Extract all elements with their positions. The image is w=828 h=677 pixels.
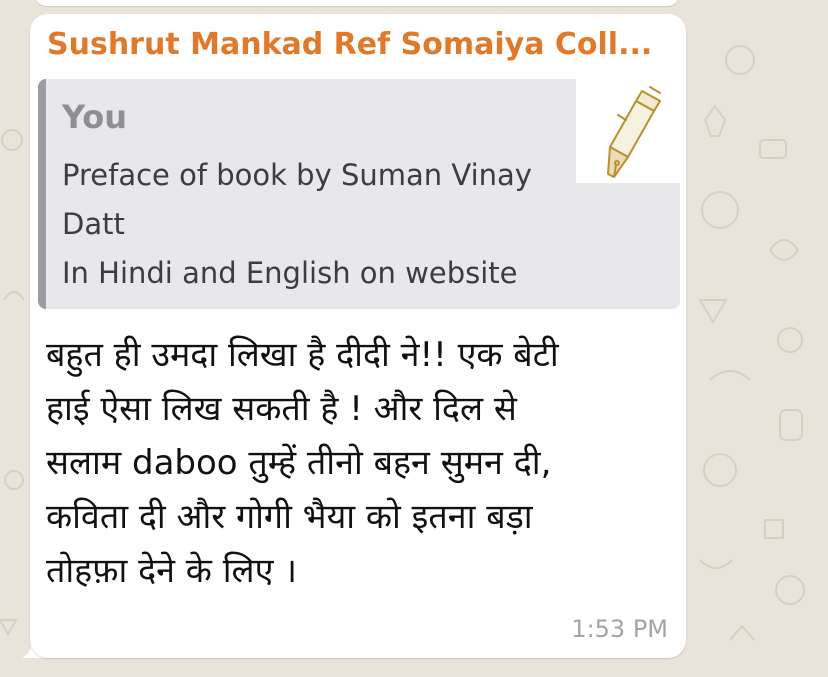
- message-line: कविता दी और गोगी भैया को इतना बड़ा: [46, 497, 533, 537]
- quote-text-line: Preface of book by Suman Vinay: [62, 158, 532, 192]
- message-line: सलाम daboo तुम्हें तीनो बहन सुमन दी,: [46, 443, 552, 483]
- quote-bar: [38, 79, 46, 309]
- sender-name[interactable]: Sushrut Mankad Ref Somaiya Coll...: [47, 24, 672, 66]
- previous-message-bubble: [34, 0, 680, 6]
- message-line: हाई ऐसा लिख सकती है ! और दिल से: [46, 389, 517, 429]
- quote-text-line: Datt: [62, 207, 125, 241]
- fountain-pen-icon: [607, 86, 661, 178]
- quoted-message[interactable]: You Preface of book by Suman Vinay Datt …: [38, 79, 680, 309]
- quote-thumbnail: [576, 79, 680, 183]
- quote-author: You: [62, 98, 127, 136]
- message-timestamp: 1:53 PM: [571, 615, 668, 643]
- message-line: बहुत ही उमदा लिखा है दीदी ने!! एक बेटी: [46, 335, 559, 375]
- message-text: बहुत ही उमदा लिखा है दीदी ने!! एक बेटी ह…: [46, 328, 671, 598]
- quote-text: Preface of book by Suman Vinay Datt In H…: [62, 151, 577, 298]
- message-line: तोहफ़ा देने के लिए ।: [46, 551, 298, 591]
- quote-text-line: In Hindi and English on website: [62, 256, 518, 290]
